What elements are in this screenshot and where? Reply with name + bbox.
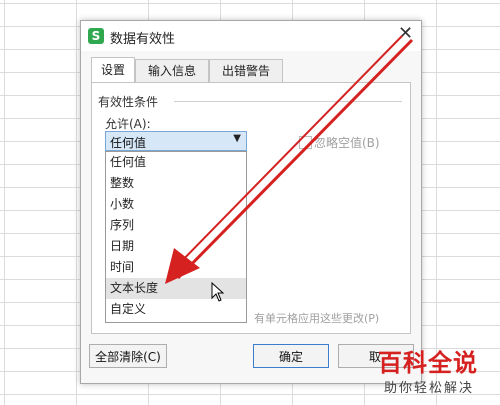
- settings-panel: 有效性条件 允许(A): 任何值 ▼ 任何值 整数 小数 序列 日期 时间 文本…: [91, 82, 411, 334]
- option-text-length[interactable]: 文本长度: [106, 278, 246, 299]
- validation-criteria-title: 有效性条件: [98, 93, 163, 110]
- mouse-cursor-icon: [211, 282, 225, 302]
- watermark-logo-text: 百科全说: [378, 349, 478, 377]
- dialog-titlebar: S 数据有效性: [81, 21, 421, 51]
- tab-error-alert[interactable]: 出错警告: [209, 59, 283, 82]
- allow-label: 允许(A):: [105, 117, 151, 131]
- allow-dropdown-list: 任何值 整数 小数 序列 日期 时间 文本长度 自定义: [105, 151, 247, 323]
- close-icon[interactable]: ✕: [398, 23, 490, 44]
- ignore-blank-label: 忽略空值(B): [314, 136, 380, 150]
- dialog-title: 数据有效性: [110, 32, 176, 47]
- allow-select-value: 任何值: [110, 136, 147, 150]
- apply-to-all-cells-label: 有单元格应用这些更改(P): [254, 312, 380, 325]
- watermark-subtitle: 助你轻松解决: [384, 381, 475, 396]
- option-custom[interactable]: 自定义: [106, 299, 246, 320]
- ignore-blank-checkbox[interactable]: [299, 136, 312, 149]
- data-validation-dialog: S 数据有效性 设置 输入信息 出错警告 有效性条件 允许(A): 任何值 ▼ …: [80, 20, 422, 384]
- ok-button[interactable]: 确定: [253, 344, 329, 368]
- section-divider: [174, 101, 402, 102]
- option-time[interactable]: 时间: [106, 257, 246, 278]
- tab-settings[interactable]: 设置: [91, 57, 135, 82]
- option-decimal[interactable]: 小数: [106, 194, 246, 215]
- option-date[interactable]: 日期: [106, 236, 246, 257]
- option-any-value[interactable]: 任何值: [106, 152, 246, 173]
- chevron-down-icon: ▼: [233, 133, 241, 144]
- option-list[interactable]: 序列: [106, 215, 246, 236]
- allow-select[interactable]: 任何值 ▼: [105, 131, 247, 151]
- tab-input-message[interactable]: 输入信息: [135, 59, 209, 82]
- clear-all-button[interactable]: 全部清除(C): [89, 344, 167, 368]
- option-whole-number[interactable]: 整数: [106, 173, 246, 194]
- wps-app-icon: S: [88, 28, 104, 44]
